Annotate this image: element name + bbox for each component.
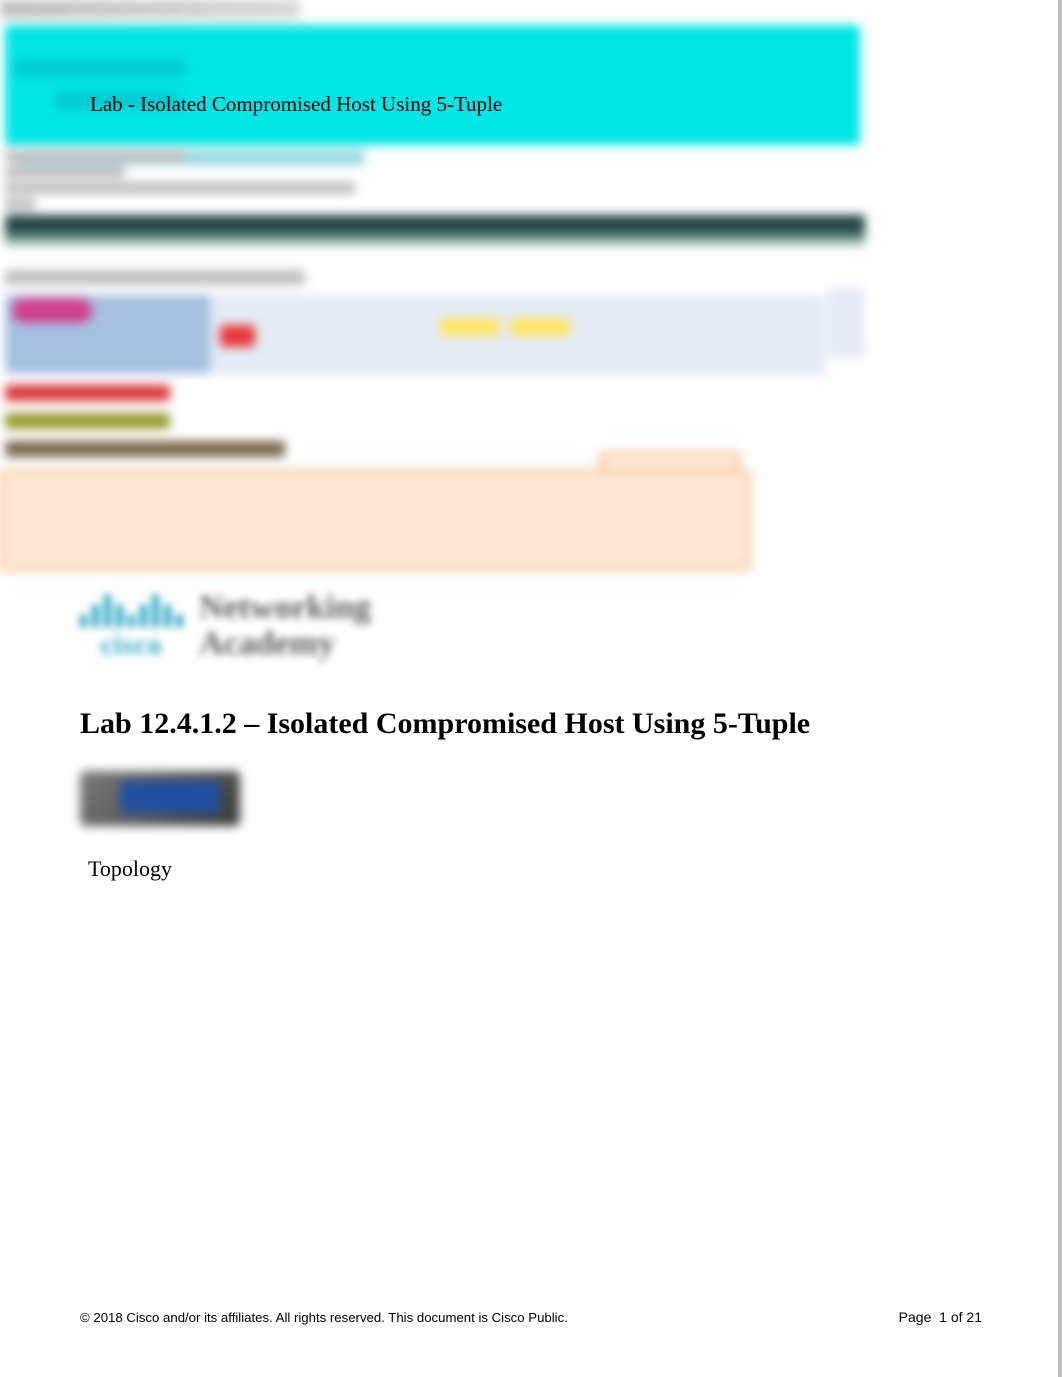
academy-text: Academy xyxy=(199,626,371,662)
header-lab-label: Lab - Isolated Compromised Host Using 5-… xyxy=(90,92,690,117)
ndg-logo xyxy=(80,771,240,826)
lab-main-title: Lab 12.4.1.2 – Isolated Compromised Host… xyxy=(80,707,1042,741)
page-number-info: Page 1 of 21 xyxy=(899,1309,982,1325)
scrollbar-placeholder xyxy=(1058,0,1062,1377)
page-footer: © 2018 Cisco and/or its affiliates. All … xyxy=(80,1309,982,1325)
cisco-networking-academy-logo: cisco Networking Academy xyxy=(80,590,1042,662)
copyright-text: © 2018 Cisco and/or its affiliates. All … xyxy=(80,1310,568,1325)
current-page: 1 xyxy=(939,1309,947,1325)
cisco-brand-text: cisco xyxy=(100,630,163,662)
page-of: of xyxy=(951,1309,963,1325)
blurred-mid-region xyxy=(0,270,870,590)
networking-text: Networking xyxy=(199,590,371,626)
document-content: cisco Networking Academy Lab 12.4.1.2 – … xyxy=(80,590,1042,882)
page-label: Page xyxy=(899,1309,932,1325)
topology-heading: Topology xyxy=(88,856,1042,882)
total-pages: 21 xyxy=(966,1309,982,1325)
blurred-top-region xyxy=(0,0,870,260)
